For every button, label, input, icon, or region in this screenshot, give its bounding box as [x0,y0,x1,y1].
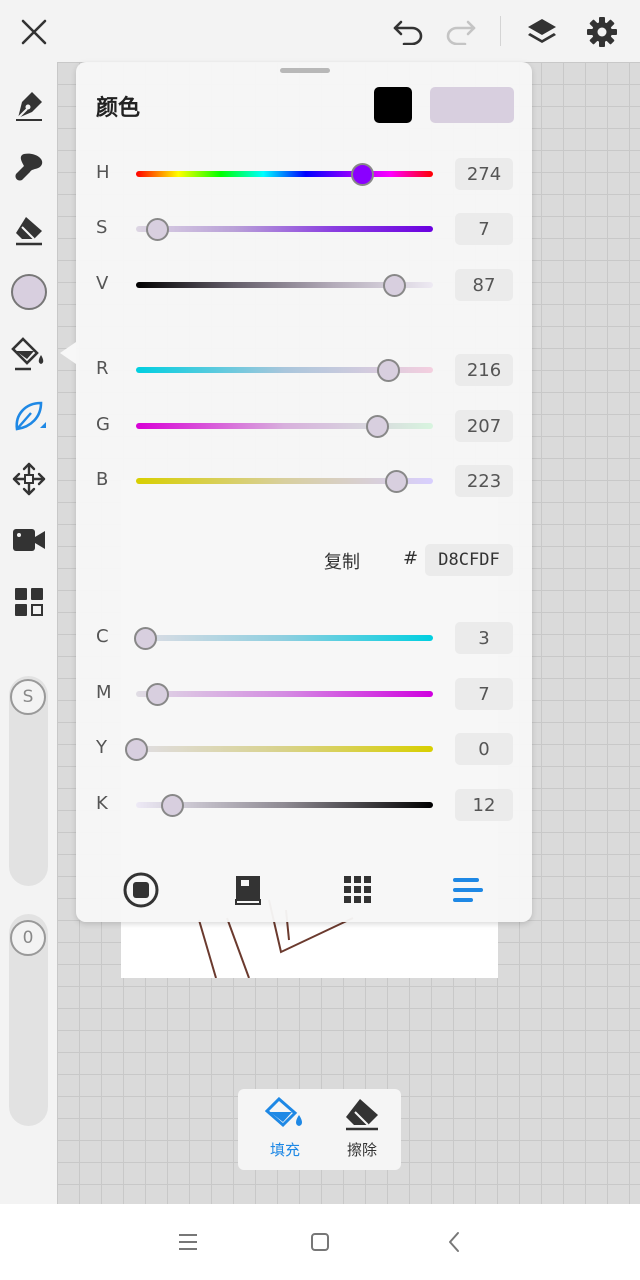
slider-track-h[interactable] [136,171,433,177]
material-grid-icon[interactable] [0,576,57,628]
slider-track-m[interactable] [136,691,433,697]
slider-value-h[interactable]: 274 [455,158,513,190]
slider-thumb-b[interactable] [384,470,408,493]
slider-row-v: V 87 [76,267,532,303]
slider-row-h: H 274 [76,156,532,192]
close-icon[interactable] [14,12,54,52]
slider-thumb-r[interactable] [376,359,400,382]
slider-row-k: K 12 [76,787,532,823]
current-color-dot [10,274,47,310]
leaf-tool-icon[interactable] [0,390,57,442]
toolbar-divider [500,16,501,46]
slider-thumb-g[interactable] [366,415,390,438]
eraser-icon [346,1099,378,1131]
slider-mode-icon[interactable] [445,868,489,912]
slider-value-g[interactable]: 207 [455,410,513,442]
slider-value-c[interactable]: 3 [455,622,513,654]
panel-drag-handle[interactable] [280,68,330,73]
slider-row-m: M7 [76,676,532,712]
color-panel: 颜色 H 274 S 7 V 87 R 216 G 207 B 223 C 3 M 7 Y 0 K 12 复制 # D… [60,62,532,922]
menu-icon[interactable] [172,1226,204,1258]
slider-label-k: K [96,793,108,814]
slider-track-s[interactable] [136,226,433,232]
slider-value-m[interactable]: 7 [455,678,513,710]
slider-thumb-c[interactable] [133,627,157,650]
eraser-tool-icon[interactable] [0,204,57,256]
hex-hash-label: # [403,548,419,569]
slider-label-h: H [96,162,110,183]
slider-row-y: Y0 [76,731,532,767]
current-color-swatch[interactable] [430,87,514,123]
wheel-mode-icon[interactable] [119,868,163,912]
slider-track-y[interactable] [136,746,433,752]
panel-title: 颜色 [96,96,141,121]
undo-icon[interactable] [388,12,428,52]
slider-label-b: B [96,469,109,490]
pen-tool-icon[interactable] [0,79,57,131]
slider-label-m: M [96,682,112,703]
slider-value-r[interactable]: 216 [455,354,513,386]
brush-opacity-label: 0 [22,928,34,948]
slider-thumb-s[interactable] [145,218,169,241]
panel-pointer-arrow [60,342,76,364]
color-picker-button[interactable] [0,266,57,318]
fill-option[interactable]: 填充 [250,1097,320,1167]
brush-size-label: S [22,687,34,707]
slider-track-c[interactable] [136,635,433,641]
grid-mode-icon[interactable] [336,868,380,912]
slider-value-s[interactable]: 7 [455,213,513,245]
slider-row-b: B 223 [76,463,532,499]
video-record-icon[interactable] [0,514,57,566]
move-transform-tool-icon[interactable] [0,453,57,505]
slider-label-c: C [96,626,109,647]
slider-thumb-v[interactable] [383,274,407,297]
fill-mode-popup: 填充 擦除 [238,1089,401,1170]
redo-icon[interactable] [441,12,481,52]
slider-label-r: R [96,358,109,379]
slider-value-b[interactable]: 223 [455,465,513,497]
brush-opacity-handle[interactable]: 0 [10,920,46,956]
slider-row-g: G 207 [76,408,532,444]
slider-label-v: V [96,273,109,294]
fill-bucket-tool-icon[interactable] [0,328,57,380]
system-nav-bar [0,1204,640,1280]
erase-label: 擦除 [346,1141,377,1159]
palette-book-mode-icon[interactable] [227,868,271,912]
copy-hex-button[interactable]: 复制 [324,548,360,574]
left-toolbar: S 0 [0,62,57,1204]
slider-label-g: G [96,414,110,435]
slider-value-y[interactable]: 0 [455,733,513,765]
primary-color-swatch[interactable] [374,87,412,123]
slider-thumb-y[interactable] [125,738,148,761]
brush-tool-icon[interactable] [0,141,57,193]
slider-thumb-h[interactable] [350,163,374,186]
back-icon[interactable] [438,1226,470,1258]
slider-value-v[interactable]: 87 [455,269,513,301]
settings-gear-icon[interactable] [582,12,622,52]
brush-size-handle[interactable]: S [10,679,46,715]
slider-value-k[interactable]: 12 [455,789,513,821]
home-icon[interactable] [304,1226,336,1258]
slider-label-y: Y [96,737,107,758]
fill-bucket-icon [265,1097,302,1128]
slider-row-s: S7 [76,211,532,247]
slider-row-r: R 216 [76,352,532,388]
slider-thumb-m[interactable] [145,683,169,706]
erase-option[interactable]: 擦除 [327,1097,397,1167]
hex-input[interactable]: D8CFDF [425,544,513,576]
top-bar [0,0,640,62]
layers-icon[interactable] [522,12,562,52]
slider-row-c: C3 [76,620,532,656]
slider-thumb-k[interactable] [160,794,184,817]
slider-label-s: S [96,217,108,238]
fill-label: 填充 [269,1141,300,1159]
